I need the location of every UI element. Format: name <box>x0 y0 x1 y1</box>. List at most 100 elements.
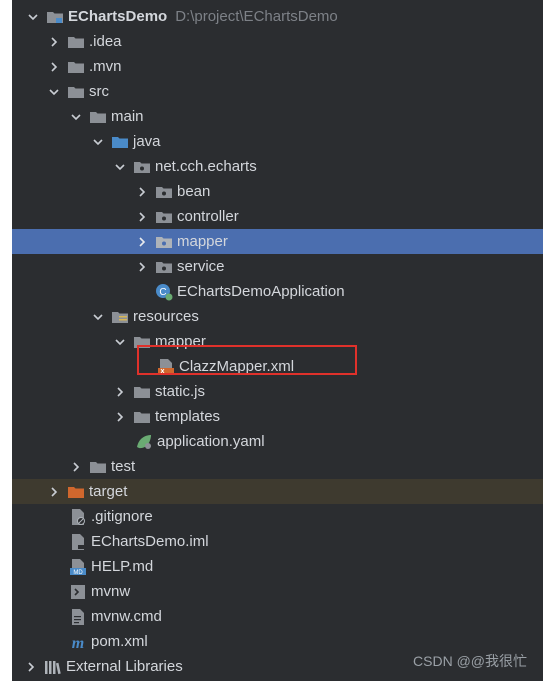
folder-icon <box>67 34 85 50</box>
tree-label: resources <box>133 308 199 325</box>
tree-row-application-class[interactable]: C EChartsDemoApplication <box>12 279 543 304</box>
tree-label: mvnw <box>91 583 131 600</box>
module-file-icon <box>69 533 87 550</box>
xml-file-icon <box>157 358 175 375</box>
spring-config-icon <box>135 434 153 450</box>
tree-row-target[interactable]: target <box>12 479 543 504</box>
tree-label: controller <box>177 208 239 225</box>
tree-label: External Libraries <box>66 658 183 675</box>
project-path: D:\project\EChartsDemo <box>175 8 338 25</box>
tree-row-project-root[interactable]: EChartsDemo D:\project\EChartsDemo <box>12 4 543 29</box>
tree-label: net.cch.echarts <box>155 158 257 175</box>
module-folder-icon <box>46 9 64 25</box>
tree-row-mvnw-cmd[interactable]: mvnw.cmd <box>12 604 543 629</box>
tree-row-mvnw[interactable]: mvnw <box>12 579 543 604</box>
package-icon <box>133 159 151 175</box>
maven-icon: m <box>69 634 87 651</box>
folder-icon <box>133 384 151 400</box>
tree-label: pom.xml <box>91 633 148 650</box>
chevron-down-icon[interactable] <box>26 10 40 24</box>
tree-label: mapper <box>155 333 206 350</box>
tree-label: mapper <box>177 233 228 250</box>
chevron-down-icon[interactable] <box>91 135 105 149</box>
package-icon <box>155 209 173 225</box>
tree-row-resources[interactable]: resources <box>12 304 543 329</box>
tree-row-main[interactable]: main <box>12 104 543 129</box>
tree-label: application.yaml <box>157 433 265 450</box>
tree-label: .mvn <box>89 58 122 75</box>
tree-row-bean[interactable]: bean <box>12 179 543 204</box>
chevron-right-icon[interactable] <box>135 185 149 199</box>
tree-row-mapper-folder[interactable]: mapper <box>12 329 543 354</box>
folder-icon <box>89 459 107 475</box>
svg-text:MD: MD <box>73 570 83 576</box>
text-file-icon <box>69 608 87 625</box>
folder-icon <box>67 59 85 75</box>
tree-row-gitignore[interactable]: .gitignore <box>12 504 543 529</box>
tree-label: java <box>133 133 161 150</box>
tree-row-service[interactable]: service <box>12 254 543 279</box>
folder-icon <box>67 84 85 100</box>
package-icon <box>155 259 173 275</box>
tree-row-application-yaml[interactable]: application.yaml <box>12 429 543 454</box>
chevron-right-icon[interactable] <box>47 60 61 74</box>
tree-row-mapper-package[interactable]: mapper <box>12 229 543 254</box>
tree-label: main <box>111 108 144 125</box>
folder-icon <box>89 109 107 125</box>
tree-label: mvnw.cmd <box>91 608 162 625</box>
tree-row-static-js[interactable]: static.js <box>12 379 543 404</box>
chevron-right-icon[interactable] <box>47 485 61 499</box>
chevron-right-icon[interactable] <box>135 260 149 274</box>
project-name: EChartsDemo <box>68 8 168 25</box>
package-icon <box>155 234 173 250</box>
chevron-down-icon[interactable] <box>113 160 127 174</box>
chevron-down-icon[interactable] <box>113 335 127 349</box>
tree-label: HELP.md <box>91 558 154 575</box>
tree-label: .gitignore <box>91 508 153 525</box>
chevron-right-icon[interactable] <box>69 460 83 474</box>
tree-row-templates[interactable]: templates <box>12 404 543 429</box>
tree-row-iml[interactable]: EChartsDemo.iml <box>12 529 543 554</box>
chevron-right-icon[interactable] <box>24 660 38 674</box>
tree-row-java[interactable]: java <box>12 129 543 154</box>
chevron-down-icon[interactable] <box>91 310 105 324</box>
excluded-folder-icon <box>67 484 85 500</box>
tree-row-test[interactable]: test <box>12 454 543 479</box>
folder-icon <box>133 409 151 425</box>
tree-label: static.js <box>155 383 206 400</box>
tree-label: ClazzMapper.xml <box>179 358 295 375</box>
chevron-down-icon[interactable] <box>47 85 61 99</box>
tree-label: service <box>177 258 225 275</box>
tree-row-package-root[interactable]: net.cch.echarts <box>12 154 543 179</box>
markdown-file-icon: MD <box>69 558 87 576</box>
package-icon <box>155 184 173 200</box>
shell-script-icon <box>69 584 87 600</box>
project-tree-panel: EChartsDemo D:\project\EChartsDemo .idea… <box>12 0 543 681</box>
chevron-right-icon[interactable] <box>113 385 127 399</box>
tree-row-src[interactable]: src <box>12 79 543 104</box>
chevron-right-icon[interactable] <box>135 235 149 249</box>
tree-row-idea[interactable]: .idea <box>12 29 543 54</box>
svg-text:m: m <box>72 635 84 651</box>
chevron-right-icon[interactable] <box>113 410 127 424</box>
tree-row-clazzmapper-xml[interactable]: ClazzMapper.xml <box>12 354 543 379</box>
tree-row-help-md[interactable]: MD HELP.md <box>12 554 543 579</box>
tree-label: test <box>111 458 136 475</box>
libraries-icon <box>44 659 62 675</box>
chevron-down-icon[interactable] <box>69 110 83 124</box>
tree-label: src <box>89 83 109 100</box>
tree-label: templates <box>155 408 221 425</box>
resources-folder-icon <box>111 309 129 325</box>
tree-label: bean <box>177 183 211 200</box>
source-folder-icon <box>111 134 129 150</box>
tree-row-controller[interactable]: controller <box>12 204 543 229</box>
csdn-watermark: CSDN @@我很忙 <box>413 653 527 669</box>
svg-text:C: C <box>159 287 166 298</box>
tree-row-mvn[interactable]: .mvn <box>12 54 543 79</box>
folder-icon <box>133 334 151 350</box>
chevron-right-icon[interactable] <box>47 35 61 49</box>
tree-label: EChartsDemoApplication <box>177 283 345 300</box>
tree-label: .idea <box>89 33 122 50</box>
chevron-right-icon[interactable] <box>135 210 149 224</box>
tree-label: EChartsDemo.iml <box>91 533 209 550</box>
